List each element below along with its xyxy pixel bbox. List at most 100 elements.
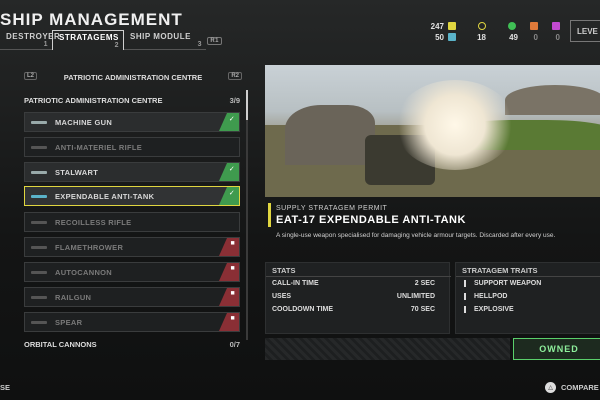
locked-badge: ■ xyxy=(219,238,239,256)
stratagem-item-stalwart[interactable]: STALWART ✓ xyxy=(24,162,240,182)
machine-gun-icon xyxy=(31,117,47,127)
stats-title: STATS xyxy=(272,266,296,275)
tab-label: STRATAGEMS xyxy=(59,33,119,42)
recoilless-icon xyxy=(31,217,47,227)
owned-badge: ✓ xyxy=(219,187,239,205)
railgun-icon xyxy=(31,292,47,302)
tab-stratagems[interactable]: STRATAGEMS 2 xyxy=(52,30,124,50)
l2-key-hint: L2 xyxy=(24,72,38,80)
rifle-icon xyxy=(31,142,47,152)
tab-number: 1 xyxy=(43,41,48,48)
stat-label: USES xyxy=(272,293,292,300)
list-header-title: PATRIOTIC ADMINISTRATION CENTRE xyxy=(63,72,203,82)
trait-item: HELLPOD xyxy=(474,293,508,300)
compare-button[interactable]: COMPARE xyxy=(561,383,599,392)
stratagem-item-anti-materiel-rifle[interactable]: ANTI-MATERIEL RIFLE xyxy=(24,137,240,157)
stat-value: 2 SEC xyxy=(414,280,435,287)
tab-bar: DESTROYER 1 STRATAGEMS 2 SHIP MODULE 3 R… xyxy=(0,30,222,50)
super-credits-icon xyxy=(478,22,486,30)
item-label: STALWART xyxy=(55,167,99,177)
tab-ship-module[interactable]: SHIP MODULE 3 R1 xyxy=(124,30,222,50)
r1-key-hint: R1 xyxy=(207,37,222,45)
stratagem-item-recoilless-rifle[interactable]: RECOILLESS RIFLE xyxy=(24,212,240,232)
stat-value: 70 SEC xyxy=(410,306,435,313)
stat-value: UNLIMITED xyxy=(396,293,435,300)
super-credits-value: 18 xyxy=(477,33,486,42)
medal-icon xyxy=(448,33,456,41)
r2-key-hint: R2 xyxy=(228,72,242,80)
trait-item: SUPPORT WEAPON xyxy=(474,280,542,287)
lock-icon: ■ xyxy=(230,315,235,322)
check-icon: ✓ xyxy=(228,190,235,197)
trait-marker xyxy=(464,293,466,300)
distant-rock xyxy=(505,85,600,115)
stratagem-item-machine-gun[interactable]: MACHINE GUN ✓ xyxy=(24,112,240,132)
owned-button[interactable]: OWNED xyxy=(513,338,600,360)
owned-badge: ✓ xyxy=(219,113,239,131)
lock-icon: ■ xyxy=(230,240,235,247)
list-scrollbar[interactable] xyxy=(246,90,248,340)
autocannon-icon xyxy=(31,267,47,277)
footer-close-label[interactable]: SE xyxy=(0,383,10,392)
tab-destroyer[interactable]: DESTROYER 1 xyxy=(0,30,60,50)
level-indicator: LEVE xyxy=(570,20,600,42)
divider xyxy=(456,276,600,277)
stratagem-preview-image xyxy=(265,65,600,197)
tab-number: 3 xyxy=(197,41,202,48)
requisition-value: 247 xyxy=(430,22,444,31)
trait-item: EXPLOSIVE xyxy=(474,306,514,313)
launcher-icon xyxy=(31,191,47,201)
category-title: PATRIOTIC ADMINISTRATION CENTRE xyxy=(24,96,163,105)
rock xyxy=(285,105,375,165)
requisition-icon xyxy=(448,22,456,30)
check-icon: ✓ xyxy=(228,116,235,123)
category-header: ORBITAL CANNONS 0/7 xyxy=(24,340,240,349)
tab-label: SHIP MODULE xyxy=(130,32,191,41)
stratagem-item-spear[interactable]: SPEAR ■ xyxy=(24,312,240,332)
list-header: L2 PATRIOTIC ADMINISTRATION CENTRE R2 xyxy=(22,70,244,84)
item-label: RAILGUN xyxy=(55,292,92,302)
tab-number: 2 xyxy=(114,42,119,49)
stratagem-name: EAT-17 EXPENDABLE ANTI-TANK xyxy=(276,214,466,226)
rare-sample-icon xyxy=(530,22,538,30)
hatched-bar xyxy=(265,338,510,360)
explosion xyxy=(395,80,515,170)
item-label: RECOILLESS RIFLE xyxy=(55,217,132,227)
check-icon: ✓ xyxy=(228,166,235,173)
page-title: SHIP MANAGEMENT xyxy=(0,10,183,29)
traits-title: STRATAGEM TRAITS xyxy=(462,266,538,275)
stratagem-item-flamethrower[interactable]: FLAMETHROWER ■ xyxy=(24,237,240,257)
item-label: EXPENDABLE ANTI-TANK xyxy=(55,191,155,201)
stratagem-description: A single-use weapon specialised for dama… xyxy=(276,232,556,239)
item-label: FLAMETHROWER xyxy=(55,242,124,252)
stratagem-item-autocannon[interactable]: AUTOCANNON ■ xyxy=(24,262,240,282)
stratagem-item-expendable-anti-tank[interactable]: EXPENDABLE ANTI-TANK ✓ xyxy=(24,186,240,206)
stratagem-item-railgun[interactable]: RAILGUN ■ xyxy=(24,287,240,307)
stalwart-icon xyxy=(31,167,47,177)
item-label: SPEAR xyxy=(55,317,83,327)
stats-panel: STATS CALL-IN TIME 2 SEC USES UNLIMITED … xyxy=(265,262,451,334)
lock-icon: ■ xyxy=(230,290,235,297)
medals-value: 50 xyxy=(435,33,444,42)
category-header: PATRIOTIC ADMINISTRATION CENTRE 3/9 xyxy=(24,96,240,105)
scrollbar-thumb[interactable] xyxy=(246,90,248,120)
locked-badge: ■ xyxy=(219,263,239,281)
item-label: MACHINE GUN xyxy=(55,117,113,127)
stat-label: CALL-IN TIME xyxy=(272,280,319,287)
lock-icon: ■ xyxy=(230,265,235,272)
category-count: 3/9 xyxy=(229,96,240,105)
common-sample-icon xyxy=(508,22,516,30)
category-count: 0/7 xyxy=(229,340,240,349)
triangle-button-icon: △ xyxy=(545,382,556,393)
category-title: ORBITAL CANNONS xyxy=(24,340,97,349)
rare-samples-value: 0 xyxy=(533,33,538,42)
item-label: ANTI-MATERIEL RIFLE xyxy=(55,142,143,152)
trait-marker xyxy=(464,280,466,287)
trait-marker xyxy=(464,306,466,313)
stat-label: COOLDOWN TIME xyxy=(272,306,334,313)
flamethrower-icon xyxy=(31,242,47,252)
locked-badge: ■ xyxy=(219,288,239,306)
super-sample-icon xyxy=(552,22,560,30)
accent-bar xyxy=(268,203,271,227)
super-samples-value: 0 xyxy=(555,33,560,42)
